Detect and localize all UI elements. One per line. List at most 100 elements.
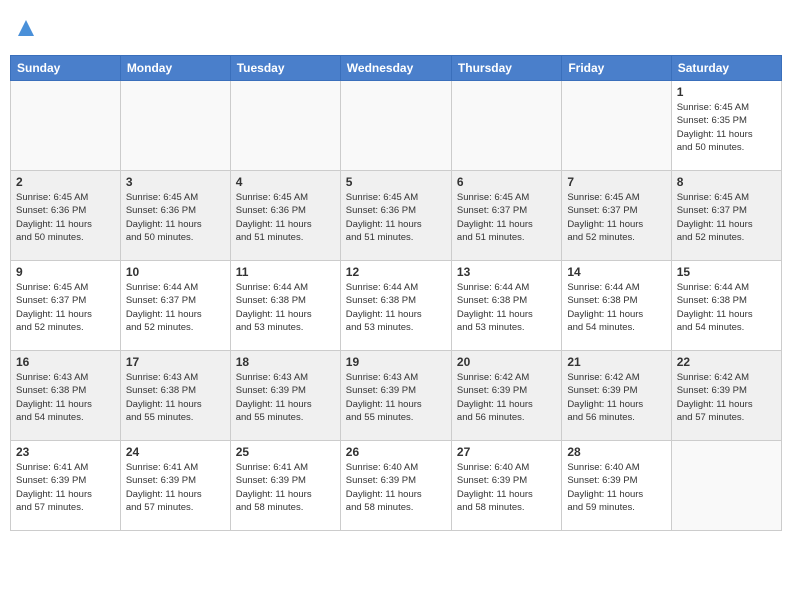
calendar-day-cell xyxy=(562,81,671,171)
day-number: 11 xyxy=(236,265,335,279)
calendar-day-cell: 4Sunrise: 6:45 AM Sunset: 6:36 PM Daylig… xyxy=(230,171,340,261)
calendar-day-cell: 6 Sunrise: 6:45 AM Sunset: 6:37 PM Daylig… xyxy=(451,171,561,261)
day-info: Sunrise: 6:44 AM Sunset: 6:38 PM Dayligh… xyxy=(457,281,556,334)
day-number: 23 xyxy=(16,445,115,459)
day-number: 25 xyxy=(236,445,335,459)
calendar-day-cell: 7 Sunrise: 6:45 AM Sunset: 6:37 PM Daylig… xyxy=(562,171,671,261)
calendar-day-cell: 9 Sunrise: 6:45 AM Sunset: 6:37 PM Daylig… xyxy=(11,261,121,351)
day-info: Sunrise: 6:44 AM Sunset: 6:38 PM Dayligh… xyxy=(346,281,446,334)
calendar-day-cell: 8 Sunrise: 6:45 AM Sunset: 6:37 PM Daylig… xyxy=(671,171,781,261)
calendar-day-cell: 1 Sunrise: 6:45 AM Sunset: 6:35 PM Daylig… xyxy=(671,81,781,171)
weekday-header-row: SundayMondayTuesdayWednesdayThursdayFrid… xyxy=(11,56,782,81)
logo-icon xyxy=(16,18,36,38)
calendar-week-row: 16 Sunrise: 6:43 AM Sunset: 6:38 PM Dayli… xyxy=(11,351,782,441)
calendar-day-cell: 19 Sunrise: 6:43 AM Sunset: 6:39 PM Dayli… xyxy=(340,351,451,441)
day-number: 17 xyxy=(126,355,225,369)
day-number: 18 xyxy=(236,355,335,369)
weekday-header: Friday xyxy=(562,56,671,81)
day-info: Sunrise: 6:40 AM Sunset: 6:39 PM Dayligh… xyxy=(457,461,556,514)
day-number: 24 xyxy=(126,445,225,459)
day-info: Sunrise: 6:45 AM Sunset: 6:35 PM Dayligh… xyxy=(677,101,776,154)
calendar-day-cell xyxy=(11,81,121,171)
calendar-day-cell: 2 Sunrise: 6:45 AM Sunset: 6:36 PM Daylig… xyxy=(11,171,121,261)
calendar-day-cell: 24 Sunrise: 6:41 AM Sunset: 6:39 PM Dayli… xyxy=(120,441,230,531)
day-number: 26 xyxy=(346,445,446,459)
day-info: Sunrise: 6:42 AM Sunset: 6:39 PM Dayligh… xyxy=(457,371,556,424)
calendar-day-cell: 12 Sunrise: 6:44 AM Sunset: 6:38 PM Dayli… xyxy=(340,261,451,351)
day-number: 20 xyxy=(457,355,556,369)
calendar-day-cell: 3 Sunrise: 6:45 AM Sunset: 6:36 PM Daylig… xyxy=(120,171,230,261)
calendar-week-row: 2 Sunrise: 6:45 AM Sunset: 6:36 PM Daylig… xyxy=(11,171,782,261)
calendar-day-cell: 28Sunrise: 6:40 AM Sunset: 6:39 PM Dayli… xyxy=(562,441,671,531)
calendar-day-cell: 25 Sunrise: 6:41 AM Sunset: 6:39 PM Dayli… xyxy=(230,441,340,531)
day-info: Sunrise: 6:45 AM Sunset: 6:37 PM Dayligh… xyxy=(16,281,115,334)
calendar-day-cell: 16Sunrise: 6:43 AM Sunset: 6:38 PM Dayli… xyxy=(11,351,121,441)
calendar-day-cell: 27 Sunrise: 6:40 AM Sunset: 6:39 PM Dayli… xyxy=(451,441,561,531)
calendar-week-row: 9 Sunrise: 6:45 AM Sunset: 6:37 PM Daylig… xyxy=(11,261,782,351)
day-number: 13 xyxy=(457,265,556,279)
calendar-day-cell: 23Sunrise: 6:41 AM Sunset: 6:39 PM Dayli… xyxy=(11,441,121,531)
calendar-day-cell: 20 Sunrise: 6:42 AM Sunset: 6:39 PM Dayli… xyxy=(451,351,561,441)
day-info: Sunrise: 6:45 AM Sunset: 6:37 PM Dayligh… xyxy=(677,191,776,244)
day-info: Sunrise: 6:44 AM Sunset: 6:37 PM Dayligh… xyxy=(126,281,225,334)
calendar-day-cell: 21Sunrise: 6:42 AM Sunset: 6:39 PM Dayli… xyxy=(562,351,671,441)
day-info: Sunrise: 6:45 AM Sunset: 6:37 PM Dayligh… xyxy=(567,191,665,244)
calendar-table: SundayMondayTuesdayWednesdayThursdayFrid… xyxy=(10,55,782,531)
day-number: 3 xyxy=(126,175,225,189)
calendar-day-cell xyxy=(671,441,781,531)
calendar-day-cell: 18Sunrise: 6:43 AM Sunset: 6:39 PM Dayli… xyxy=(230,351,340,441)
day-number: 4 xyxy=(236,175,335,189)
day-number: 2 xyxy=(16,175,115,189)
day-number: 19 xyxy=(346,355,446,369)
day-number: 22 xyxy=(677,355,776,369)
calendar-day-cell: 14 Sunrise: 6:44 AM Sunset: 6:38 PM Dayli… xyxy=(562,261,671,351)
day-info: Sunrise: 6:41 AM Sunset: 6:39 PM Dayligh… xyxy=(236,461,335,514)
calendar-day-cell xyxy=(120,81,230,171)
calendar-day-cell: 17 Sunrise: 6:43 AM Sunset: 6:38 PM Dayli… xyxy=(120,351,230,441)
calendar-day-cell: 5Sunrise: 6:45 AM Sunset: 6:36 PM Daylig… xyxy=(340,171,451,261)
calendar-week-row: 1 Sunrise: 6:45 AM Sunset: 6:35 PM Daylig… xyxy=(11,81,782,171)
calendar-day-cell: 22 Sunrise: 6:42 AM Sunset: 6:39 PM Dayli… xyxy=(671,351,781,441)
day-number: 9 xyxy=(16,265,115,279)
weekday-header: Saturday xyxy=(671,56,781,81)
weekday-header: Tuesday xyxy=(230,56,340,81)
page-header xyxy=(10,10,782,51)
weekday-header: Monday xyxy=(120,56,230,81)
calendar-day-cell: 11 Sunrise: 6:44 AM Sunset: 6:38 PM Dayli… xyxy=(230,261,340,351)
day-info: Sunrise: 6:45 AM Sunset: 6:36 PM Dayligh… xyxy=(16,191,115,244)
day-info: Sunrise: 6:45 AM Sunset: 6:36 PM Dayligh… xyxy=(126,191,225,244)
calendar-week-row: 23 Sunrise: 6:41 AM Sunset: 6:39 PM Dayli… xyxy=(11,441,782,531)
day-info: Sunrise: 6:42 AM Sunset: 6:39 PM Dayligh… xyxy=(677,371,776,424)
calendar-day-cell xyxy=(451,81,561,171)
day-info: Sunrise: 6:44 AM Sunset: 6:38 PM Dayligh… xyxy=(236,281,335,334)
day-number: 21 xyxy=(567,355,665,369)
logo xyxy=(14,18,36,43)
day-info: Sunrise: 6:45 AM Sunset: 6:37 PM Dayligh… xyxy=(457,191,556,244)
weekday-header: Thursday xyxy=(451,56,561,81)
day-number: 6 xyxy=(457,175,556,189)
day-info: Sunrise: 6:40 AM Sunset: 6:39 PM Dayligh… xyxy=(346,461,446,514)
day-info: Sunrise: 6:43 AM Sunset: 6:38 PM Dayligh… xyxy=(126,371,225,424)
day-info: Sunrise: 6:44 AM Sunset: 6:38 PM Dayligh… xyxy=(567,281,665,334)
weekday-header: Wednesday xyxy=(340,56,451,81)
calendar-day-cell: 10 Sunrise: 6:44 AM Sunset: 6:37 PM Dayli… xyxy=(120,261,230,351)
day-info: Sunrise: 6:43 AM Sunset: 6:39 PM Dayligh… xyxy=(346,371,446,424)
day-number: 8 xyxy=(677,175,776,189)
calendar-day-cell xyxy=(230,81,340,171)
day-number: 5 xyxy=(346,175,446,189)
calendar-day-cell: 13 Sunrise: 6:44 AM Sunset: 6:38 PM Dayli… xyxy=(451,261,561,351)
day-info: Sunrise: 6:44 AM Sunset: 6:38 PM Dayligh… xyxy=(677,281,776,334)
day-number: 14 xyxy=(567,265,665,279)
day-number: 27 xyxy=(457,445,556,459)
weekday-header: Sunday xyxy=(11,56,121,81)
day-number: 1 xyxy=(677,85,776,99)
day-info: Sunrise: 6:40 AM Sunset: 6:39 PM Dayligh… xyxy=(567,461,665,514)
calendar-day-cell: 26 Sunrise: 6:40 AM Sunset: 6:39 PM Dayli… xyxy=(340,441,451,531)
calendar-day-cell xyxy=(340,81,451,171)
day-info: Sunrise: 6:41 AM Sunset: 6:39 PM Dayligh… xyxy=(126,461,225,514)
day-number: 10 xyxy=(126,265,225,279)
day-number: 16 xyxy=(16,355,115,369)
day-number: 7 xyxy=(567,175,665,189)
day-number: 12 xyxy=(346,265,446,279)
calendar-day-cell: 15Sunrise: 6:44 AM Sunset: 6:38 PM Dayli… xyxy=(671,261,781,351)
